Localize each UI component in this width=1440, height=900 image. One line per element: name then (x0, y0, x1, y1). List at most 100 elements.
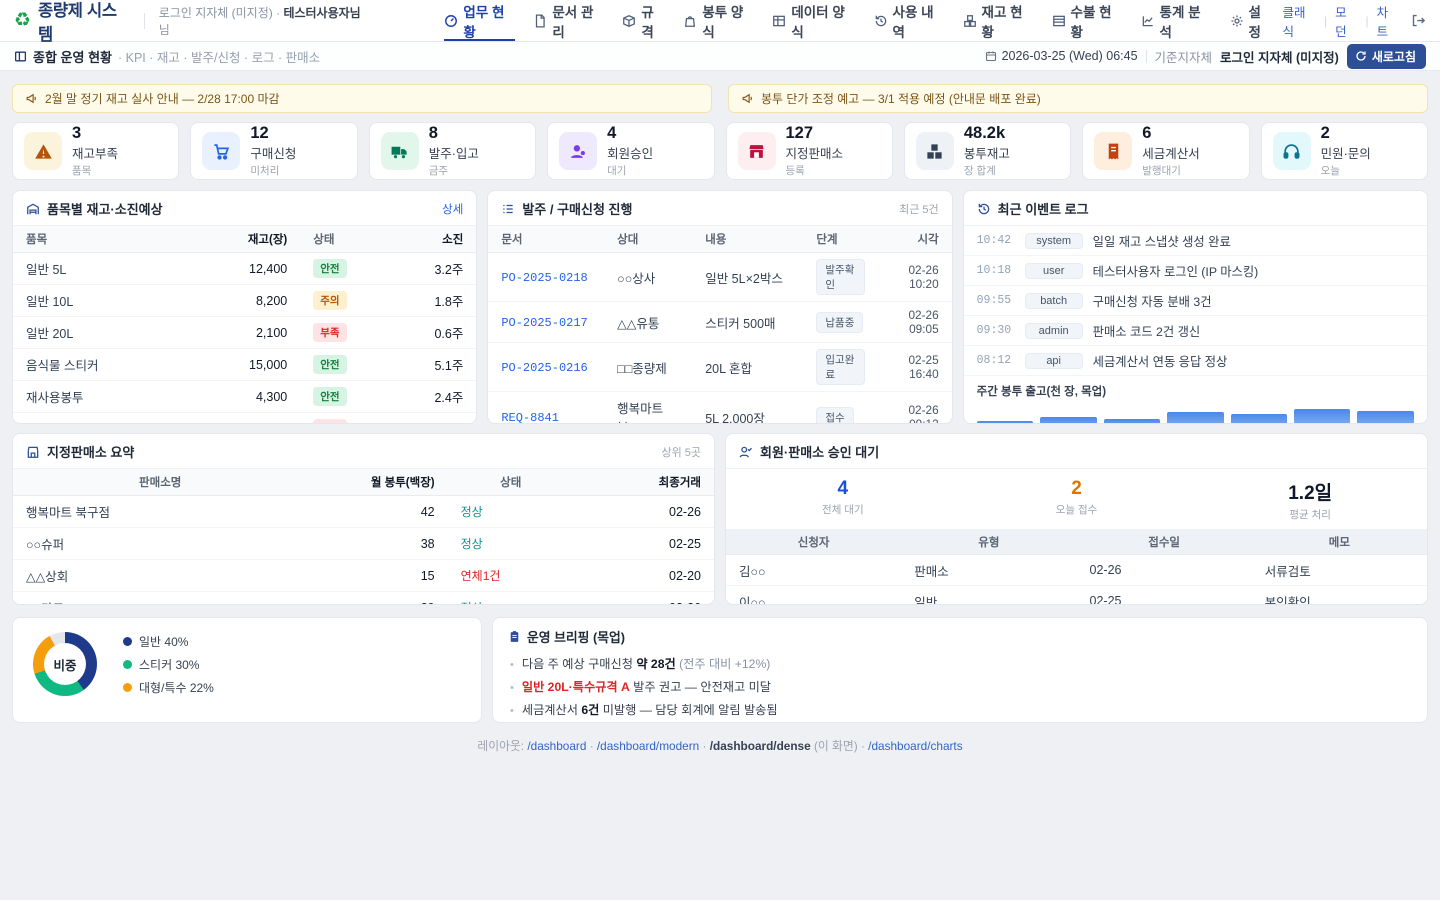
nav-stats[interactable]: 통계 분석 (1141, 0, 1212, 41)
brand: ♻ 종량제 시스템 (14, 0, 130, 45)
kpi-label: 재고부족 (72, 143, 118, 162)
kpi-label: 민원·문의 (1321, 143, 1371, 162)
kpi-sublabel: 대기 (607, 163, 653, 178)
rows-icon (1052, 14, 1066, 28)
briefing-item: 세금계산서 6건 미발행 — 담당 회계에 알림 발송됨 (510, 697, 1412, 720)
table-row: PO-2025-0217△△유통스티커 500매납품중02-26 09:05 (488, 302, 951, 343)
warning-icon (24, 132, 62, 170)
kpi-sublabel: 장 합계 (964, 163, 1010, 178)
receipt-icon (1094, 132, 1132, 170)
kpi-value: 2 (1321, 124, 1371, 142)
approvals-panel: 회원·판매소 승인 대기 4전체 대기 2오늘 접수 1.2일평균 처리 신청자… (725, 433, 1428, 605)
table-row: 재사용봉투4,300안전2.4주 (13, 381, 476, 413)
kpi-sublabel: 품목 (72, 163, 118, 178)
store-status: 정상 (461, 505, 483, 519)
log-tag-badge: user (1025, 263, 1083, 279)
dashboard-grid-icon (14, 50, 27, 63)
table-row: PO-2025-0216□□종량제20L 혼합입고완료02-25 16:40 (488, 343, 951, 392)
base-jurisdiction-label: 기준지자체 (1155, 47, 1213, 66)
refresh-button[interactable]: 새로고침 (1347, 44, 1426, 69)
nav-stock-status[interactable]: 재고 현황 (963, 0, 1034, 41)
kpi-value: 12 (250, 124, 296, 142)
orders-table: 문서 상대 내용 단계 시각 PO-2025-0218○○상사일반 5L×2박스… (488, 226, 951, 424)
inventory-table: 품목 재고(장) 상태 소진 일반 5L12,400안전3.2주 일반 10L8… (13, 226, 476, 424)
boxes-icon (916, 132, 954, 170)
table-row: 일반 10L8,200주의1.8주 (13, 285, 476, 317)
nav-doc-management[interactable]: 문서 관리 (533, 0, 604, 41)
footer-link-dashboard[interactable]: /dashboard (527, 739, 586, 753)
kpi-label: 회원승인 (607, 143, 653, 162)
kpi-label: 구매신청 (250, 143, 296, 162)
doc-link[interactable]: PO-2025-0218 (501, 271, 587, 285)
store-status: 연체1건 (461, 569, 501, 583)
status-badge: 안전 (313, 259, 346, 278)
kpi-sublabel: 금주 (429, 163, 479, 178)
view-link-modern[interactable]: 모던 (1335, 2, 1357, 40)
bar (1104, 419, 1160, 424)
main-nav: 업무 현황 문서 관리 규격 봉투 양식 데이터 양식 사용 내역 (444, 0, 1272, 41)
stage-badge: 접수 (816, 407, 853, 425)
nav-bag-form[interactable]: 봉투 양식 (683, 0, 754, 41)
stores-panel: 지정판매소 요약 상위 5곳 판매소명 월 봉투(백장) 상태 최종거래 행복마… (12, 433, 715, 605)
panel-title: 발주 / 구매신청 진행 (522, 199, 632, 218)
table-row: PO-2025-0218○○상사일반 5L×2박스발주확인02-26 10:20 (488, 253, 951, 302)
sub-header-right: 2026-03-25 (Wed) 06:45 기준지자체 로그인 지자체 (미지… (985, 44, 1426, 69)
kpi-sublabel: 발행대기 (1142, 163, 1200, 178)
kpi-value: 6 (1142, 124, 1200, 142)
legend-dot (123, 683, 132, 692)
refresh-icon (1355, 50, 1367, 62)
legend-dot (123, 660, 132, 669)
panel-row-2: 지정판매소 요약 상위 5곳 판매소명 월 봉투(백장) 상태 최종거래 행복마… (12, 433, 1428, 605)
log-tag-badge: api (1025, 353, 1083, 369)
nav-settings[interactable]: 설정 (1230, 0, 1273, 41)
logout-icon[interactable] (1411, 13, 1426, 28)
doc-link[interactable]: REQ-8841 (501, 411, 559, 425)
mix-legend: 일반 40% 스티커 30% 대형/특수 22% (123, 633, 214, 696)
doc-link[interactable]: PO-2025-0217 (501, 316, 587, 330)
nav-work-status[interactable]: 업무 현황 (444, 0, 515, 41)
log-tag-badge: system (1025, 233, 1083, 249)
footer-link-modern[interactable]: /dashboard/modern (597, 739, 699, 753)
kpi-value: 3 (72, 124, 118, 142)
bar (1357, 411, 1413, 424)
table-row: △△상회15연체1건02-20 (13, 560, 714, 592)
mix-donut: 비중 (33, 632, 97, 696)
nav-usage-history[interactable]: 사용 내역 (874, 0, 945, 41)
stat-total-pending: 4전체 대기 (726, 469, 960, 529)
divider (1146, 50, 1147, 63)
log-row: 09:30admin판매소 코드 2건 갱신 (964, 316, 1427, 346)
briefing-icon (508, 630, 521, 643)
cart-icon (202, 132, 240, 170)
chart-line-icon (1141, 14, 1155, 28)
boxes-icon (963, 14, 977, 28)
divider: | (1366, 14, 1369, 28)
chart-title: 주간 봉투 출고(천 장, 목업) (977, 383, 1414, 399)
briefing-item: 지정판매소 △△상회 연체 1건 — 현장 점검 일정 3/3 (510, 721, 1412, 723)
notice-banner: 2월 말 정기 재고 실사 안내 — 2/28 17:00 마감 (12, 84, 712, 113)
kpi-sublabel: 미처리 (250, 163, 296, 178)
briefing-panel: 운영 브리핑 (목업) 다음 주 예상 구매신청 약 28건 (전주 대비 +1… (492, 617, 1428, 723)
table-row: 이○○일반02-25본인확인 (726, 586, 1427, 606)
detail-link[interactable]: 상세 (442, 201, 463, 217)
view-switcher: 클래식 | 모던 | 차트 (1283, 2, 1426, 40)
log-tag-badge: admin (1025, 323, 1083, 339)
user-check-icon (739, 445, 753, 459)
view-link-chart[interactable]: 차트 (1377, 2, 1399, 40)
nav-ledger[interactable]: 수불 현황 (1052, 0, 1123, 41)
table-row: 행복마트 북구점42정상02-26 (13, 496, 714, 528)
kpi-label: 세금계산서 (1142, 143, 1200, 162)
view-link-classic[interactable]: 클래식 (1283, 2, 1317, 40)
legend-item: 대형/특수 22% (123, 679, 214, 696)
footer-link-charts[interactable]: /dashboard/charts (868, 739, 962, 753)
notice-banner: 봉투 단가 조정 예고 — 3/1 적용 예정 (안내문 배포 완료) (728, 84, 1428, 113)
breadcrumb: · KPI · 재고 · 발주/신청 · 로그 · 판매소 (118, 47, 320, 66)
nav-spec[interactable]: 규격 (622, 0, 665, 41)
briefing-item: 일반 20L·특수규격 A 발주 권고 — 안전재고 미달 (510, 674, 1412, 697)
doc-link[interactable]: PO-2025-0216 (501, 361, 587, 375)
table-row: ○○슈퍼38정상02-25 (13, 528, 714, 560)
table-row: 김○○판매소02-26서류검토 (726, 555, 1427, 586)
nav-data-form[interactable]: 데이터 양식 (772, 0, 855, 41)
briefing-list: 다음 주 예상 구매신청 약 28건 (전주 대비 +12%) 일반 20L·특… (493, 648, 1427, 723)
gauge-icon (444, 14, 458, 28)
gear-icon (1230, 14, 1244, 28)
